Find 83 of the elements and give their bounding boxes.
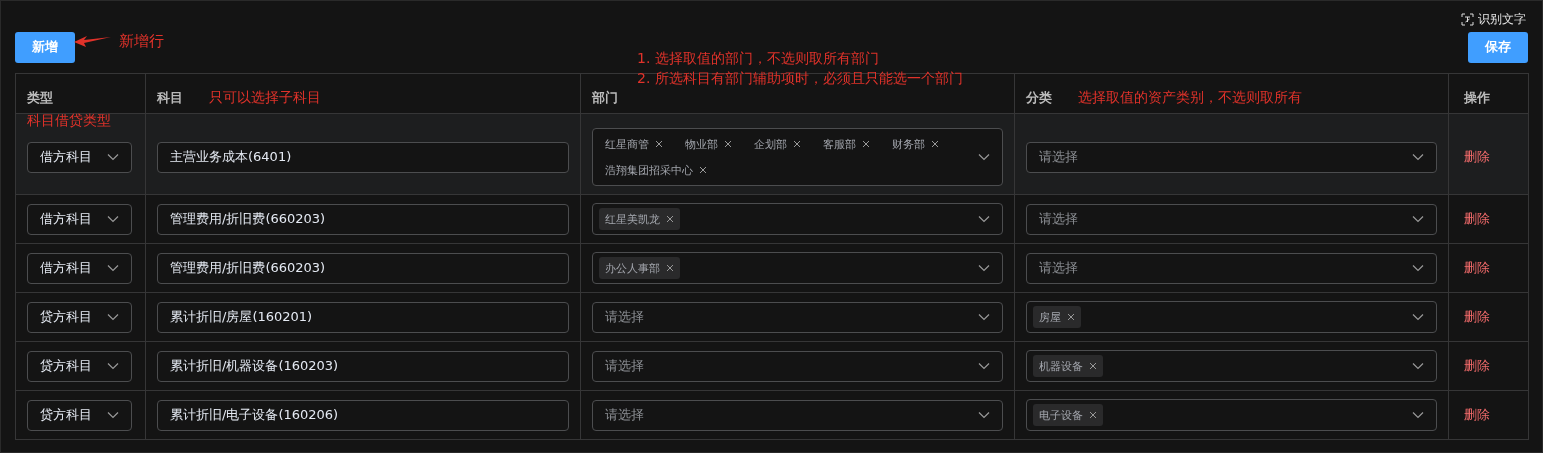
chevron-down-icon bbox=[107, 411, 119, 419]
close-icon[interactable] bbox=[1089, 362, 1097, 370]
chevron-down-icon bbox=[107, 215, 119, 223]
department-select[interactable]: 红星美凯龙 bbox=[592, 203, 1003, 235]
chevron-down-icon bbox=[978, 362, 990, 370]
type-select[interactable]: 借方科目 bbox=[27, 203, 132, 235]
category-select[interactable]: 请选择 bbox=[1026, 252, 1437, 284]
delete-link[interactable]: 删除 bbox=[1464, 259, 1490, 277]
column-header: 类型 bbox=[27, 89, 53, 107]
department-select[interactable]: 请选择 bbox=[592, 399, 1003, 431]
type-select[interactable]: 贷方科目 bbox=[27, 399, 132, 431]
close-icon[interactable] bbox=[699, 166, 707, 174]
category-select[interactable]: 请选择 bbox=[1026, 203, 1437, 235]
delete-link[interactable]: 删除 bbox=[1464, 308, 1490, 326]
delete-link[interactable]: 删除 bbox=[1464, 406, 1490, 424]
close-icon[interactable] bbox=[1089, 411, 1097, 419]
column-header: 操作 bbox=[1464, 89, 1490, 107]
chevron-down-icon bbox=[978, 264, 990, 272]
delete-link[interactable]: 删除 bbox=[1464, 148, 1490, 166]
category-select[interactable]: 请选择 bbox=[1026, 141, 1437, 173]
category-select[interactable]: 电子设备 bbox=[1026, 399, 1437, 431]
chevron-down-icon bbox=[1412, 215, 1424, 223]
category-tag[interactable]: 机器设备 bbox=[1033, 355, 1103, 377]
department-tag[interactable]: 财务部 bbox=[886, 133, 945, 155]
subject-field[interactable]: 累计折旧/房屋(160201) bbox=[157, 301, 569, 333]
type-select[interactable]: 借方科目 bbox=[27, 141, 132, 173]
chevron-down-icon bbox=[1412, 153, 1424, 161]
department-tag[interactable]: 红星商管 bbox=[599, 133, 669, 155]
chevron-down-icon bbox=[978, 153, 990, 161]
chevron-down-icon bbox=[107, 153, 119, 161]
close-icon[interactable] bbox=[862, 140, 870, 148]
annotation-text: 1. 选择取值的部门，不选则取所有部门 bbox=[637, 49, 880, 68]
type-select[interactable]: 借方科目 bbox=[27, 252, 132, 284]
subject-field[interactable]: 主营业务成本(6401) bbox=[157, 141, 569, 173]
department-tag[interactable]: 物业部 bbox=[679, 133, 738, 155]
subject-field[interactable]: 累计折旧/电子设备(160206) bbox=[157, 399, 569, 431]
department-select[interactable]: 请选择 bbox=[592, 350, 1003, 382]
chevron-down-icon bbox=[1412, 411, 1424, 419]
text-scan-icon bbox=[1461, 12, 1474, 26]
department-tag[interactable]: 浩翔集团招采中心 bbox=[599, 159, 713, 181]
chevron-down-icon bbox=[107, 362, 119, 370]
type-select[interactable]: 贷方科目 bbox=[27, 301, 132, 333]
type-select[interactable]: 贷方科目 bbox=[27, 350, 132, 382]
annotation-text: 科目借贷类型 bbox=[27, 112, 111, 130]
department-select[interactable]: 红星商管 物业部 企划部 客服部 财务部 浩翔集团招采中心 bbox=[592, 128, 1003, 186]
chevron-down-icon bbox=[1412, 264, 1424, 272]
annotation-text: 只可以选择子科目 bbox=[209, 89, 321, 107]
chevron-down-icon bbox=[1412, 362, 1424, 370]
chevron-down-icon bbox=[1412, 313, 1424, 321]
department-tag[interactable]: 客服部 bbox=[817, 133, 876, 155]
annotation-text: 新增行 bbox=[119, 31, 164, 51]
department-select[interactable]: 请选择 bbox=[592, 301, 1003, 333]
close-icon[interactable] bbox=[724, 140, 732, 148]
close-icon[interactable] bbox=[931, 140, 939, 148]
column-header: 科目 bbox=[157, 89, 183, 107]
chevron-down-icon bbox=[978, 411, 990, 419]
chevron-down-icon bbox=[978, 313, 990, 321]
close-icon[interactable] bbox=[1067, 313, 1075, 321]
annotation-text: 选择取值的资产类别，不选则取所有 bbox=[1078, 89, 1302, 107]
category-tag[interactable]: 电子设备 bbox=[1033, 404, 1103, 426]
annotation-text: 2. 所选科目有部门辅助项时，必须且只能选一个部门 bbox=[637, 69, 963, 88]
subject-field[interactable]: 管理费用/折旧费(660203) bbox=[157, 252, 569, 284]
close-icon[interactable] bbox=[666, 215, 674, 223]
department-select[interactable]: 办公人事部 bbox=[592, 252, 1003, 284]
subject-field[interactable]: 累计折旧/机器设备(160203) bbox=[157, 350, 569, 382]
close-icon[interactable] bbox=[655, 140, 663, 148]
department-tag[interactable]: 办公人事部 bbox=[599, 257, 680, 279]
chevron-down-icon bbox=[107, 264, 119, 272]
delete-link[interactable]: 删除 bbox=[1464, 357, 1490, 375]
column-header: 部门 bbox=[592, 89, 618, 107]
category-tag[interactable]: 房屋 bbox=[1033, 306, 1081, 328]
close-icon[interactable] bbox=[666, 264, 674, 272]
department-tag[interactable]: 红星美凯龙 bbox=[599, 208, 680, 230]
column-header: 分类 bbox=[1026, 89, 1052, 107]
chevron-down-icon bbox=[978, 215, 990, 223]
category-select[interactable]: 机器设备 bbox=[1026, 350, 1437, 382]
subject-field[interactable]: 管理费用/折旧费(660203) bbox=[157, 203, 569, 235]
close-icon[interactable] bbox=[793, 140, 801, 148]
ocr-button[interactable]: 识别文字 bbox=[1461, 10, 1526, 28]
department-tag[interactable]: 企划部 bbox=[748, 133, 807, 155]
category-select[interactable]: 房屋 bbox=[1026, 301, 1437, 333]
chevron-down-icon bbox=[107, 313, 119, 321]
delete-link[interactable]: 删除 bbox=[1464, 210, 1490, 228]
